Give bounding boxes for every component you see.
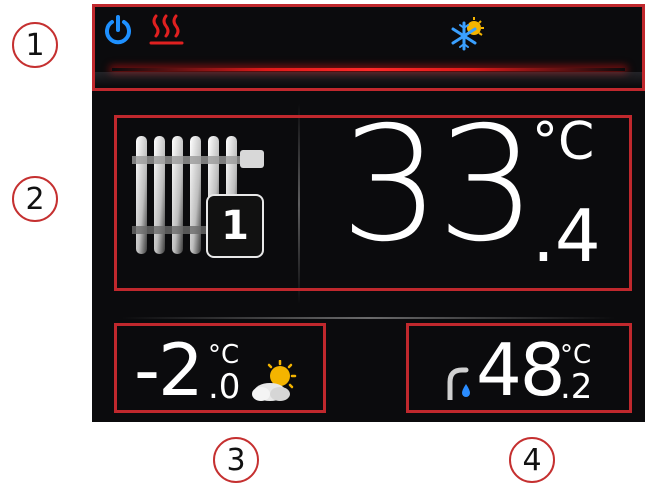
horizontal-divider xyxy=(122,317,615,319)
highlight-box-outdoor xyxy=(114,323,326,413)
callout-1: 1 xyxy=(12,22,58,68)
highlight-box-topbar xyxy=(92,4,645,91)
callout-4: 4 xyxy=(509,437,555,483)
callout-3: 3 xyxy=(213,437,259,483)
callout-2: 2 xyxy=(12,176,58,222)
highlight-box-main xyxy=(114,115,632,291)
highlight-box-water xyxy=(406,323,632,413)
